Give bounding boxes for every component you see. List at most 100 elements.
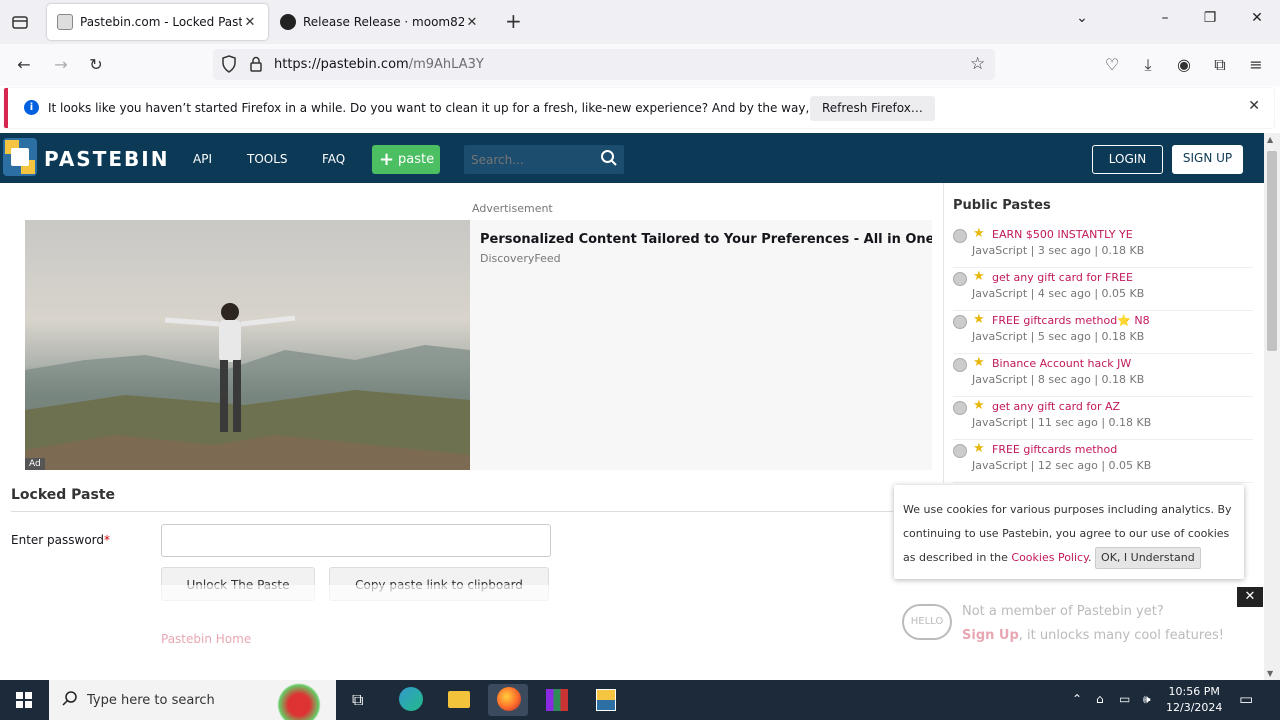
- pastebin-home-link[interactable]: Pastebin Home: [161, 632, 251, 646]
- url-bar[interactable]: https://pastebin.com/m9AhLA3Y ☆: [213, 49, 995, 80]
- clock-date: 12/3/2024: [1166, 701, 1223, 714]
- paste-button-label: paste: [398, 152, 435, 167]
- menu-icon[interactable]: ≡: [1245, 54, 1267, 76]
- search-icon: [61, 690, 79, 711]
- scroll-down-icon[interactable]: ▼: [1267, 669, 1273, 678]
- paste-meta: JavaScript | 4 sec ago | 0.05 KB: [972, 287, 1145, 300]
- pocket-icon[interactable]: ♡: [1101, 54, 1123, 76]
- account-icon[interactable]: ◉: [1173, 54, 1195, 76]
- paste-link[interactable]: FREE giftcards method⭐ N8: [992, 314, 1150, 327]
- page-scrollbar[interactable]: ▲ ▼: [1264, 133, 1280, 680]
- tab-pastebin[interactable]: Pastebin.com - Locked Paste ✕: [47, 4, 268, 40]
- cookie-text: We use cookies for various purposes incl…: [903, 498, 1238, 570]
- forward-icon[interactable]: →: [50, 54, 72, 76]
- downloads-icon[interactable]: ⤓: [1137, 54, 1159, 76]
- globe-icon: [953, 358, 967, 372]
- wifi-icon[interactable]: ▭: [1119, 692, 1130, 706]
- browser-tab-bar: Pastebin.com - Locked Paste ✕ Release Re…: [0, 0, 1280, 44]
- close-tab-icon[interactable]: ✕: [464, 15, 480, 30]
- search-input[interactable]: [464, 145, 596, 174]
- cookie-banner: We use cookies for various purposes incl…: [894, 485, 1244, 579]
- hello-icon: HELLO: [902, 604, 952, 640]
- cookies-policy-link[interactable]: Cookies Policy: [1011, 551, 1088, 564]
- globe-icon: [953, 229, 967, 243]
- login-button[interactable]: LOGIN: [1092, 145, 1163, 174]
- cookie-ok-button[interactable]: OK, I Understand: [1095, 547, 1201, 569]
- new-paste-button[interactable]: + paste: [372, 145, 440, 174]
- extensions-icon[interactable]: ⧉: [1209, 54, 1231, 76]
- volume-icon[interactable]: 🕪: [1143, 692, 1151, 707]
- clock-time: 10:56 PM: [1168, 685, 1220, 698]
- scroll-thumb[interactable]: [1267, 151, 1277, 351]
- brand-name[interactable]: PASTEBIN: [44, 147, 169, 171]
- edge-icon[interactable]: [390, 684, 430, 716]
- star-icon: ★: [973, 312, 985, 327]
- nav-faq[interactable]: FAQ: [322, 152, 345, 166]
- file-explorer-icon[interactable]: [439, 684, 479, 716]
- ad-image[interactable]: Ad: [25, 220, 470, 470]
- list-item[interactable]: ★ get any gift card for AZ JavaScript | …: [953, 397, 1253, 440]
- scroll-up-icon[interactable]: ▲: [1267, 135, 1273, 144]
- nav-tools[interactable]: TOOLS: [247, 152, 288, 166]
- paste-link[interactable]: FREE giftcards method: [992, 443, 1117, 456]
- tab-title: Pastebin.com - Locked Paste: [80, 15, 242, 29]
- password-field[interactable]: [161, 524, 551, 557]
- task-view-icon[interactable]: ⧉: [340, 684, 380, 716]
- reload-icon[interactable]: ↻: [85, 54, 107, 76]
- list-item[interactable]: ★ FREE giftcards method JavaScript | 12 …: [953, 440, 1253, 483]
- globe-icon: [953, 444, 967, 458]
- paste-meta: JavaScript | 11 sec ago | 0.18 KB: [972, 416, 1152, 429]
- notifications-icon[interactable]: ▭: [1239, 690, 1253, 708]
- winrar-icon[interactable]: [537, 684, 577, 716]
- list-all-tabs-icon[interactable]: ⌄: [1072, 10, 1092, 30]
- shield-icon[interactable]: [221, 55, 237, 76]
- windows-taskbar: Type here to search ⧉ ⌃ ⌂ ▭ 🕪 10:56 PM 1…: [0, 680, 1280, 720]
- paste-meta: JavaScript | 12 sec ago | 0.05 KB: [972, 459, 1152, 472]
- taskbar-search[interactable]: Type here to search: [49, 680, 336, 720]
- ad-text-panel[interactable]: Personalized Content Tailored to Your Pr…: [470, 220, 932, 470]
- paste-meta: JavaScript | 3 sec ago | 0.18 KB: [972, 244, 1145, 257]
- refresh-firefox-button[interactable]: Refresh Firefox…: [810, 96, 935, 121]
- search-icon[interactable]: [600, 149, 618, 171]
- navigation-toolbar: ← → ↻ https://pastebin.com/m9AhLA3Y ☆ ♡ …: [0, 44, 1280, 86]
- close-member-bar-icon[interactable]: ✕: [1237, 587, 1263, 607]
- list-item[interactable]: ★ EARN $500 INSTANTLY YE JavaScript | 3 …: [953, 225, 1253, 268]
- pastebin-logo-icon[interactable]: [3, 138, 37, 176]
- new-tab-button[interactable]: +: [505, 9, 522, 33]
- paste-meta: JavaScript | 8 sec ago | 0.18 KB: [972, 373, 1145, 386]
- ad-tag: Ad: [25, 458, 45, 470]
- list-item[interactable]: ★ get any gift card for FREE JavaScript …: [953, 268, 1253, 311]
- list-item[interactable]: ★ Binance Account hack JW JavaScript | 8…: [953, 354, 1253, 397]
- start-button[interactable]: [0, 680, 48, 720]
- clock[interactable]: 10:56 PM 12/3/2024: [1166, 684, 1222, 716]
- paste-link[interactable]: get any gift card for FREE: [992, 271, 1133, 284]
- restore-icon[interactable]: ❐: [1200, 10, 1220, 30]
- tab-github-release[interactable]: Release Release · moom825/Di ✕: [270, 4, 490, 40]
- nav-api[interactable]: API: [193, 152, 212, 166]
- globe-icon: [953, 315, 967, 329]
- network-icon[interactable]: ⌂: [1096, 692, 1104, 706]
- firefox-icon[interactable]: [488, 684, 528, 716]
- url-text[interactable]: https://pastebin.com/m9AhLA3Y: [274, 57, 484, 72]
- paste-link[interactable]: get any gift card for AZ: [992, 400, 1120, 413]
- paste-link[interactable]: Binance Account hack JW: [992, 357, 1131, 370]
- close-notification-icon[interactable]: ✕: [1248, 98, 1260, 114]
- lock-icon[interactable]: [249, 56, 263, 75]
- paste-link[interactable]: EARN $500 INSTANTLY YE: [992, 228, 1133, 241]
- member-signup-link[interactable]: Sign Up: [962, 628, 1019, 643]
- globe-icon: [953, 401, 967, 415]
- star-icon: ★: [973, 398, 985, 413]
- member-signup-line: Sign Up, it unlocks many cool features!: [962, 628, 1224, 643]
- tab-list-icon[interactable]: [10, 12, 30, 32]
- ad-title[interactable]: Personalized Content Tailored to Your Pr…: [480, 232, 932, 247]
- close-window-icon[interactable]: ✕: [1247, 10, 1267, 30]
- bookmark-star-icon[interactable]: ☆: [970, 54, 985, 74]
- show-hidden-icons[interactable]: ⌃: [1072, 692, 1082, 706]
- list-item[interactable]: ★ FREE giftcards method⭐ N8 JavaScript |…: [953, 311, 1253, 354]
- signup-button[interactable]: SIGN UP: [1172, 145, 1243, 174]
- github-icon: [280, 14, 296, 30]
- close-tab-icon[interactable]: ✕: [242, 15, 258, 30]
- back-icon[interactable]: ←: [13, 54, 35, 76]
- app-icon[interactable]: [586, 684, 626, 716]
- minimize-icon[interactable]: –: [1155, 10, 1175, 30]
